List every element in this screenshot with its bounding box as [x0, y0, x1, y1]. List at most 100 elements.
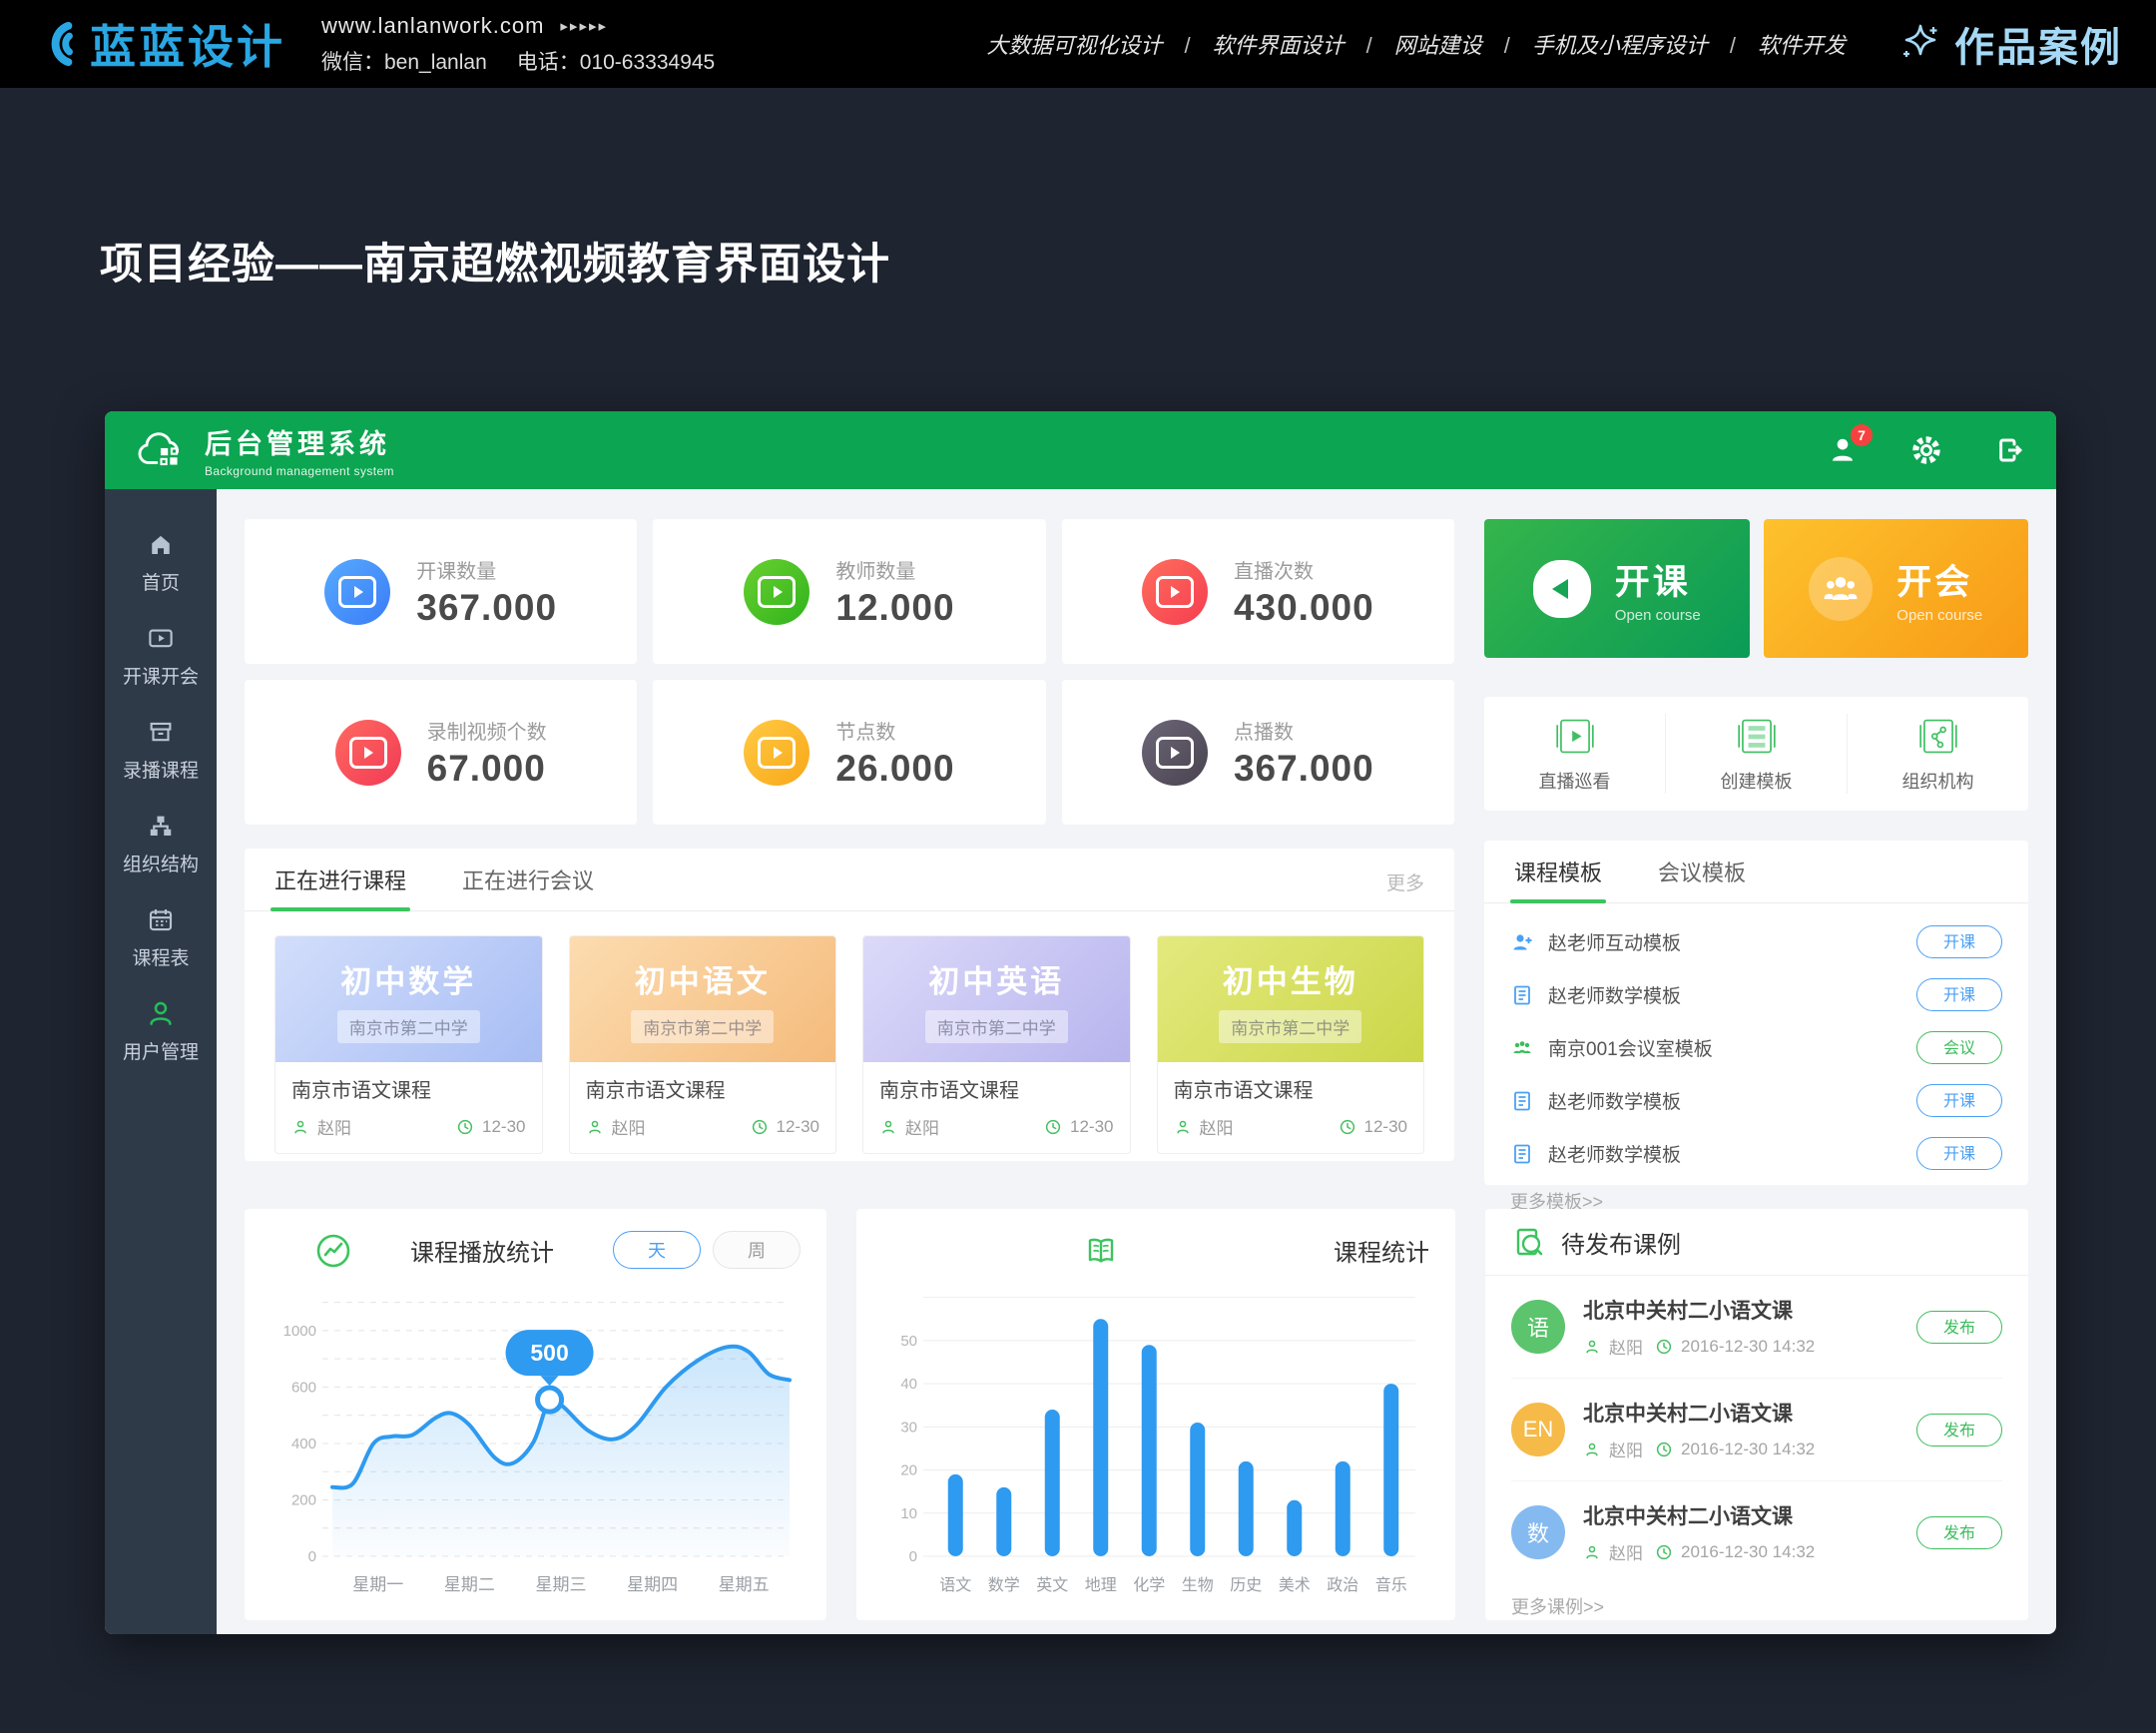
sidebar-item-home[interactable]: 首页: [105, 515, 217, 609]
course-card-math[interactable]: 初中数学 南京市第二中学 南京市语文课程 赵阳: [274, 935, 543, 1154]
publish-pill[interactable]: 发布: [1916, 1414, 2002, 1446]
course-card-english[interactable]: 初中英语 南京市第二中学 南京市语文课程 赵阳: [862, 935, 1131, 1154]
sidebar-item-live[interactable]: 开课开会: [105, 609, 217, 703]
sitemap-icon: [146, 811, 176, 841]
trend-circle-icon: [315, 1233, 351, 1269]
clock-icon: [751, 1118, 769, 1136]
course-statistics-chart: 01020304050语文数学英文地理化学生物历史美术政治音乐: [879, 1273, 1433, 1602]
video-stat-icon: [324, 559, 390, 625]
contact-block: www.lanlanwork.com ▸▸▸▸▸ 微信：ben_lanlan 电…: [321, 13, 715, 76]
start-course-pill[interactable]: 开课: [1916, 978, 2002, 1011]
phone-label: 电话：010-63334945: [517, 46, 715, 76]
publish-pill[interactable]: 发布: [1916, 1311, 2002, 1344]
tab-live-courses[interactable]: 正在进行课程: [274, 864, 406, 910]
wechat-label: 微信：ben_lanlan: [321, 46, 487, 76]
video-stat-icon: [1142, 720, 1208, 786]
lanlan-logo-text: 蓝蓝设计: [90, 11, 285, 77]
school-badge: 南京市第二中学: [1219, 1010, 1361, 1043]
service-item[interactable]: 网站建设: [1355, 28, 1493, 60]
tab-meeting-templates[interactable]: 会议模板: [1658, 856, 1746, 902]
stat-card-open-courses: 开课数量 367.000: [245, 519, 637, 664]
service-item[interactable]: 大数据可视化设计: [975, 28, 1173, 60]
school-badge: 南京市第二中学: [337, 1010, 480, 1043]
open-course-button[interactable]: 开课 Open course: [1484, 519, 1750, 658]
subject-avatar: EN: [1511, 1403, 1565, 1456]
course-statistics-panel: 课程统计 01020304050语文数学英文地理化学生物历史美术政治音乐: [856, 1209, 1455, 1620]
svg-text:数学: 数学: [987, 1576, 1019, 1594]
toggle-week[interactable]: 周: [713, 1231, 801, 1269]
sidebar-item-users[interactable]: 用户管理: [105, 984, 217, 1078]
video-stat-icon: [1142, 559, 1208, 625]
svg-text:星期四: 星期四: [627, 1575, 678, 1594]
svg-text:40: 40: [900, 1376, 917, 1393]
svg-text:50: 50: [900, 1333, 917, 1350]
quick-action-organization[interactable]: 组织机构: [1847, 714, 2028, 794]
course-card-chinese[interactable]: 初中语文 南京市第二中学 南京市语文课程 赵阳: [569, 935, 837, 1154]
publish-row: EN 北京中关村二小语文课 赵阳 2016-12-30 14:32: [1511, 1379, 2002, 1481]
template-row[interactable]: 赵老师数学模板 开课: [1510, 1127, 2002, 1180]
sparkle-star-icon: [1898, 22, 1942, 66]
service-item[interactable]: 软件界面设计: [1173, 28, 1354, 60]
open-meeting-button[interactable]: 开会 Open course: [1764, 519, 2029, 658]
quick-action-create-template[interactable]: 创建模板: [1665, 714, 1847, 794]
svg-text:语文: 语文: [939, 1576, 971, 1594]
start-course-pill[interactable]: 开课: [1916, 925, 2002, 958]
app-header: 后台管理系统 Background management system 7: [105, 411, 2056, 489]
app-subtitle: Background management system: [205, 464, 394, 478]
svg-text:化学: 化学: [1133, 1576, 1165, 1594]
meeting-pill[interactable]: 会议: [1916, 1031, 2002, 1064]
teacher-icon: [1583, 1338, 1601, 1356]
document-icon: [1510, 1142, 1534, 1166]
svg-text:生物: 生物: [1181, 1576, 1213, 1594]
template-row[interactable]: 赵老师数学模板 开课: [1510, 1074, 2002, 1127]
toggle-day[interactable]: 天: [613, 1231, 701, 1269]
tab-live-meetings[interactable]: 正在进行会议: [462, 864, 594, 910]
logout-icon: [1994, 434, 2026, 466]
teacher-icon: [1583, 1441, 1601, 1458]
video-stat-icon: [335, 720, 401, 786]
svg-text:30: 30: [900, 1419, 917, 1436]
portfolio-link[interactable]: 作品案例: [1898, 15, 2122, 73]
service-item[interactable]: 手机及小程序设计: [1493, 28, 1719, 60]
svg-text:音乐: 音乐: [1374, 1576, 1406, 1594]
template-row[interactable]: 赵老师数学模板 开课: [1510, 968, 2002, 1021]
cloud-logo-icon: [135, 428, 189, 472]
sidebar-item-organization[interactable]: 组织结构: [105, 797, 217, 890]
service-item[interactable]: 软件开发: [1719, 28, 1857, 60]
stat-card-teachers: 教师数量 12.000: [653, 519, 1045, 664]
site-url[interactable]: www.lanlanwork.com: [321, 13, 544, 39]
calendar-icon: [146, 904, 176, 934]
stat-card-live-sessions: 直播次数 430.000: [1062, 519, 1454, 664]
sidebar-item-schedule[interactable]: 课程表: [105, 890, 217, 984]
dashboard-screenshot: 后台管理系统 Background management system 7: [105, 411, 2056, 1634]
publish-pill[interactable]: 发布: [1916, 1516, 2002, 1549]
user-notifications-button[interactable]: 7: [1827, 434, 1859, 466]
template-row[interactable]: 赵老师互动模板 开课: [1510, 915, 2002, 968]
more-link[interactable]: 更多: [1386, 868, 1424, 910]
svg-text:400: 400: [290, 1436, 315, 1452]
publish-row: 语 北京中关村二小语文课 赵阳 2016-12-30 14:32: [1511, 1276, 2002, 1379]
start-course-pill[interactable]: 开课: [1916, 1084, 2002, 1117]
teacher-icon: [1583, 1543, 1601, 1561]
clock-icon: [1044, 1118, 1062, 1136]
tab-course-templates[interactable]: 课程模板: [1514, 856, 1602, 902]
more-lessons-link[interactable]: 更多课例>>: [1485, 1583, 2028, 1629]
template-row[interactable]: 南京001会议室模板 会议: [1510, 1021, 2002, 1074]
quick-action-live-patrol[interactable]: 直播巡看: [1484, 714, 1665, 794]
live-courses-panel: 正在进行课程 正在进行会议 更多 初中数学 南京市第二中学: [245, 849, 1454, 1161]
course-card-biology[interactable]: 初中生物 南京市第二中学 南京市语文课程 赵阳: [1157, 935, 1425, 1154]
start-course-pill[interactable]: 开课: [1916, 1137, 2002, 1170]
doc-search-icon: [1511, 1224, 1547, 1260]
video-stat-icon: [744, 559, 809, 625]
clock-icon: [1655, 1338, 1673, 1356]
play-statistics-chart: 02004006001000星期一星期二星期三星期四星期五500: [267, 1273, 806, 1602]
app-title: 后台管理系统: [205, 422, 394, 461]
logout-button[interactable]: [1994, 434, 2026, 466]
settings-button[interactable]: [1910, 434, 1942, 466]
svg-text:200: 200: [290, 1491, 315, 1508]
stat-card-nodes: 节点数 26.000: [653, 680, 1045, 825]
user-add-icon: [1510, 930, 1534, 954]
svg-text:0: 0: [908, 1548, 916, 1565]
app-content: 开课数量 367.000 教师数量 12.000 直播次数: [217, 489, 2056, 1634]
sidebar-item-recordings[interactable]: 录播课程: [105, 703, 217, 797]
